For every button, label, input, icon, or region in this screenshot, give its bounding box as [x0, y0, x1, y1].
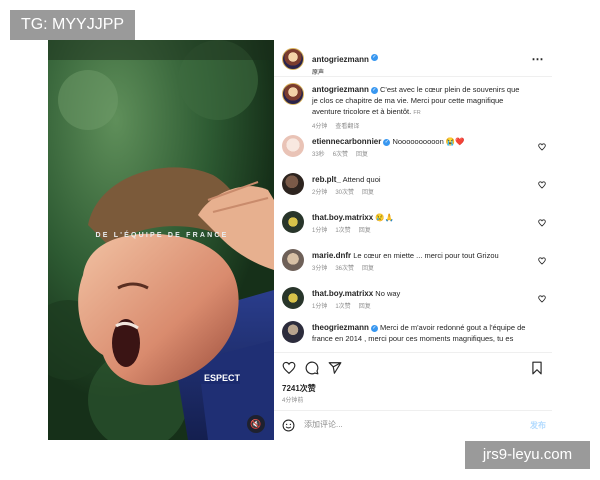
- post-side-panel: antogriezmann ✓ 原声 ⋯ antogriezmann ✓ C'est…: [274, 40, 552, 440]
- commenter-avatar[interactable]: [282, 211, 304, 233]
- player-photo: ESPECT: [48, 40, 274, 440]
- comment-input[interactable]: 添加评论...: [304, 419, 504, 430]
- jersey-sponsor-text: ESPECT: [204, 373, 241, 383]
- likes-count[interactable]: 7241次赞: [282, 383, 316, 394]
- commenter-avatar[interactable]: [282, 135, 304, 157]
- watermark-bottom: jrs9-leyu.com: [465, 441, 590, 469]
- comment-time: 33秒: [312, 152, 325, 158]
- comment-time: 4分钟: [312, 124, 328, 130]
- post-time-ago: 4分钟前: [282, 398, 304, 404]
- comment-body: etiennecarbonnier ✓ Noooooooooon 😭❤️ 33秒 6次…: [312, 136, 527, 161]
- share-send-icon[interactable]: [328, 361, 342, 375]
- comment-body: marie.dnfr Le cœur en miette ... merci p…: [312, 250, 527, 275]
- comment-text: Le cœur en miette ... merci pour tout Gr…: [353, 251, 499, 260]
- comment-time: 3分钟: [312, 266, 328, 272]
- comment-like-heart-icon[interactable]: [538, 219, 546, 227]
- post-actions: 7241次赞 4分钟前: [274, 352, 552, 404]
- comment-like-heart-icon[interactable]: [538, 181, 546, 189]
- comment-username[interactable]: that.boy.matrixx: [312, 289, 373, 298]
- audio-label[interactable]: 原声: [312, 67, 378, 76]
- commenter-avatar[interactable]: [282, 287, 304, 309]
- verified-badge-icon: ✓: [370, 54, 378, 62]
- comment-meta-link[interactable]: 回复: [362, 190, 374, 196]
- comment-username[interactable]: theogriezmann: [312, 323, 369, 332]
- comment-body: that.boy.matrixx 😢🙏 1分钟 1次赞 回复: [312, 212, 527, 237]
- comment-meta-link[interactable]: 30次赞: [335, 190, 354, 196]
- verified-badge-icon: ✓: [370, 86, 378, 94]
- comments-list: antogriezmann ✓ C'est avec le cœur plein …: [274, 77, 552, 352]
- comment-like-heart-icon[interactable]: [538, 295, 546, 303]
- like-heart-icon[interactable]: [282, 361, 296, 375]
- media-caption: DE L'ÉQUIPE DE FRANCE: [95, 232, 229, 239]
- comment-text: Attend quoi: [342, 175, 381, 184]
- comment-time: 2分钟: [312, 190, 328, 196]
- comment-meta-link[interactable]: 回复: [362, 266, 374, 272]
- comment-meta-link[interactable]: 查看翻译: [335, 124, 359, 130]
- post-header: antogriezmann ✓ 原声 ⋯: [274, 40, 552, 77]
- comment-body: reb.plt_ Attend quoi 2分钟 30次赞 回复: [312, 174, 527, 199]
- post-media[interactable]: ESPECT DE L'ÉQUIPE DE FRANCE 🔇: [48, 40, 274, 440]
- commenter-avatar[interactable]: [282, 249, 304, 271]
- comment-username[interactable]: reb.plt_: [312, 175, 341, 184]
- comment-like-heart-icon[interactable]: [538, 257, 546, 265]
- instagram-post: ESPECT DE L'ÉQUIPE DE FRANCE 🔇 antogriez…: [48, 40, 552, 440]
- comment-body: theogriezmann ✓ Merci de m'avoir redonné …: [312, 322, 527, 344]
- comment-body: antogriezmann ✓ C'est avec le cœur plein …: [312, 84, 527, 133]
- comment-meta: 4分钟 查看翻译: [312, 122, 527, 133]
- more-horizontal-icon[interactable]: ⋯: [532, 52, 545, 66]
- comment-text: No way: [375, 289, 401, 298]
- comment-meta: 1分钟 1次赞 回复: [312, 302, 527, 313]
- verified-badge-icon: ✓: [383, 138, 391, 146]
- comment-time: 1分钟: [312, 228, 328, 234]
- bookmark-icon[interactable]: [530, 361, 544, 375]
- comment-meta: 1分钟 1次赞 回复: [312, 226, 527, 237]
- comment-username[interactable]: antogriezmann: [312, 85, 369, 94]
- comment-meta-link[interactable]: 回复: [356, 152, 368, 158]
- commenter-avatar[interactable]: [282, 83, 304, 105]
- comment-username[interactable]: that.boy.matrixx: [312, 213, 373, 222]
- comment-text: Noooooooooon 😭❤️: [392, 137, 465, 146]
- verified-badge-icon: ✓: [370, 324, 378, 332]
- post-comment-button[interactable]: 发布: [530, 420, 546, 431]
- comment-meta-link[interactable]: 1次赞: [335, 304, 350, 310]
- comment-time: 1分钟: [312, 304, 328, 310]
- emoji-icon[interactable]: [282, 419, 295, 432]
- author-avatar[interactable]: [282, 48, 304, 70]
- comment-username[interactable]: etiennecarbonnier: [312, 137, 381, 146]
- comment-body: that.boy.matrixx No way 1分钟 1次赞 回复: [312, 288, 527, 313]
- commenter-avatar[interactable]: [282, 173, 304, 195]
- add-comment-bar: 添加评论... 发布: [274, 410, 552, 441]
- comment-meta: 33秒 6次赞 回复: [312, 150, 527, 161]
- comment-bubble-icon[interactable]: [305, 361, 319, 375]
- comment-meta: 2分钟 30次赞 回复: [312, 188, 527, 199]
- comment-text: 😢🙏: [375, 213, 394, 222]
- language-tag: FR: [413, 110, 421, 116]
- comment-username[interactable]: marie.dnfr: [312, 251, 351, 260]
- commenter-avatar[interactable]: [282, 321, 304, 343]
- comment-meta-link[interactable]: 回复: [359, 304, 371, 310]
- comment-like-heart-icon[interactable]: [538, 143, 546, 151]
- comment-meta-link[interactable]: 36次赞: [335, 266, 354, 272]
- author-username[interactable]: antogriezmann: [312, 55, 369, 64]
- comment-meta-link[interactable]: 6次赞: [333, 152, 348, 158]
- comment-meta: 3分钟 36次赞 回复: [312, 264, 527, 275]
- comment-meta-link[interactable]: 回复: [359, 228, 371, 234]
- watermark-top: TG: MYYJJPP: [10, 10, 135, 40]
- comment-meta-link[interactable]: 1次赞: [335, 228, 350, 234]
- speaker-muted-icon[interactable]: 🔇: [247, 415, 265, 433]
